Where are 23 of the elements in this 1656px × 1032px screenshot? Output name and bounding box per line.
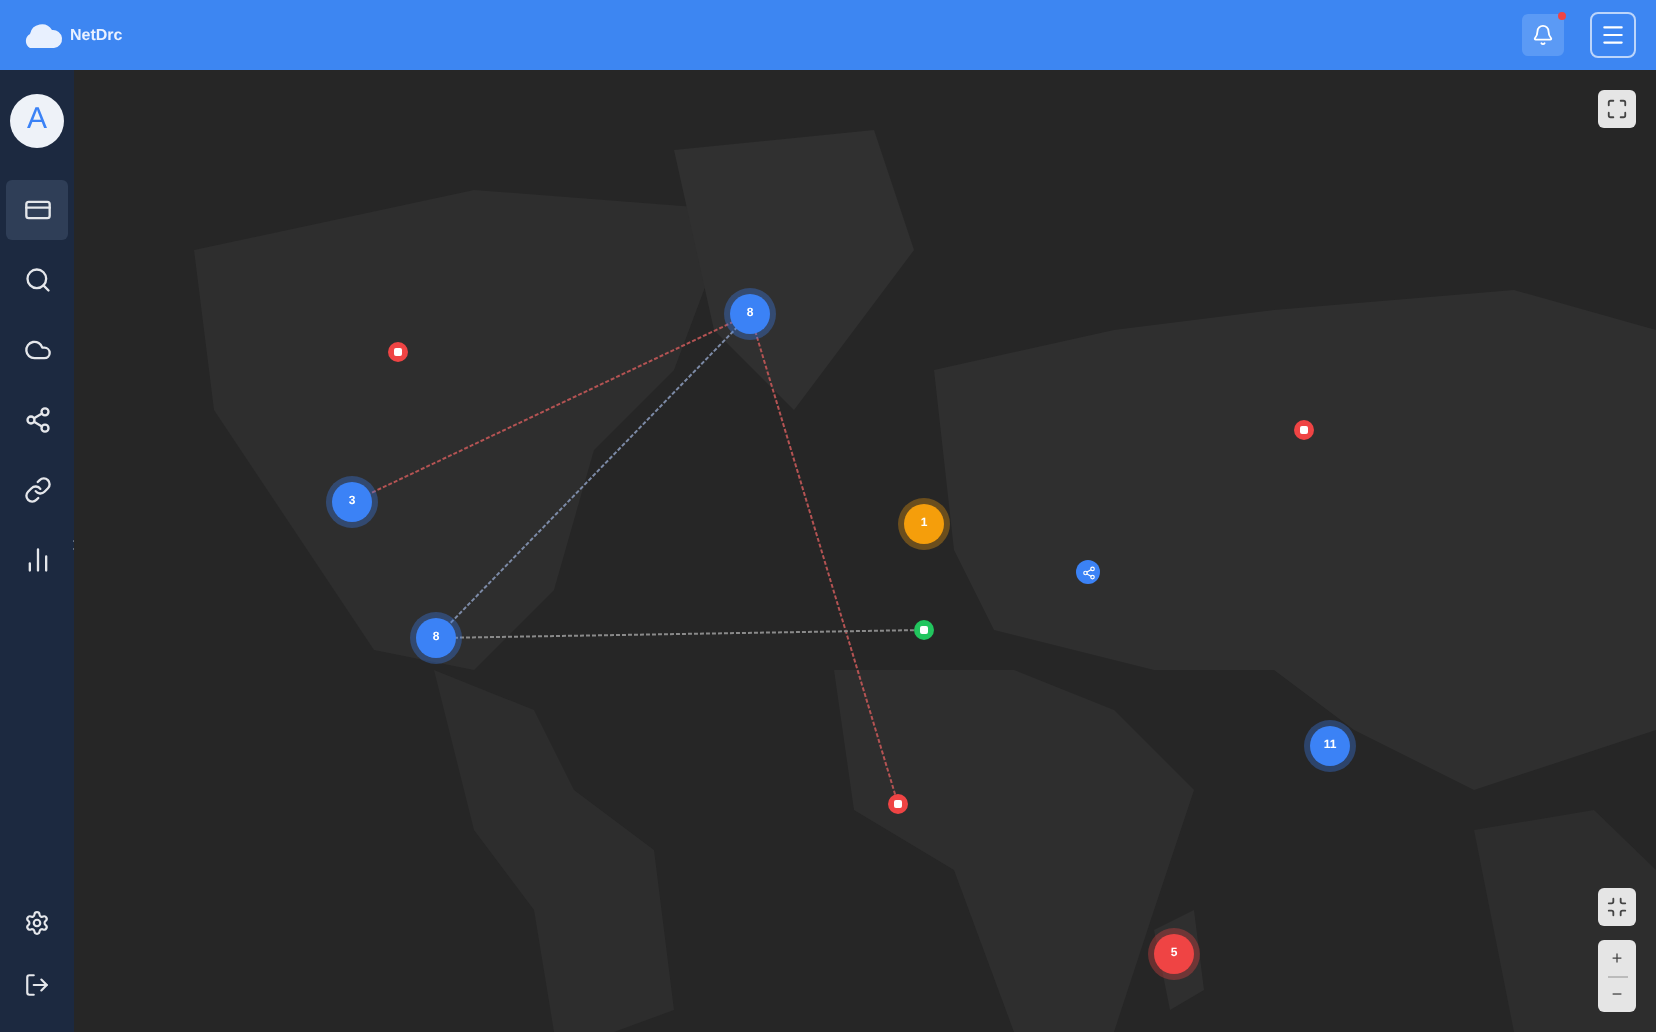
exit-fullscreen-button[interactable] xyxy=(1598,888,1636,926)
cloud-logo-icon xyxy=(20,21,64,49)
fullscreen-button[interactable] xyxy=(1598,90,1636,128)
share-icon xyxy=(1081,565,1095,579)
exit-fullscreen-icon xyxy=(1606,896,1628,918)
sidebar-item[interactable] xyxy=(6,180,68,240)
avatar[interactable]: A xyxy=(10,94,64,148)
link-icon xyxy=(23,476,51,504)
settings-icon xyxy=(24,909,50,935)
cloud-icon xyxy=(23,336,51,364)
zoom-in-button[interactable]: + xyxy=(1598,940,1636,976)
search-icon xyxy=(23,266,51,294)
zoom-out-button[interactable]: − xyxy=(1598,978,1636,1012)
bell-icon xyxy=(1532,24,1554,46)
fullscreen-icon xyxy=(1606,98,1628,120)
notifications-button[interactable] xyxy=(1522,14,1564,56)
menu-icon xyxy=(1600,22,1626,48)
logo-text: NetDrc xyxy=(70,27,123,43)
bar-chart-icon xyxy=(23,546,51,574)
logout-icon xyxy=(24,971,50,997)
share-icon xyxy=(23,406,51,434)
menu-button[interactable] xyxy=(1590,12,1636,58)
card-icon xyxy=(23,196,51,224)
